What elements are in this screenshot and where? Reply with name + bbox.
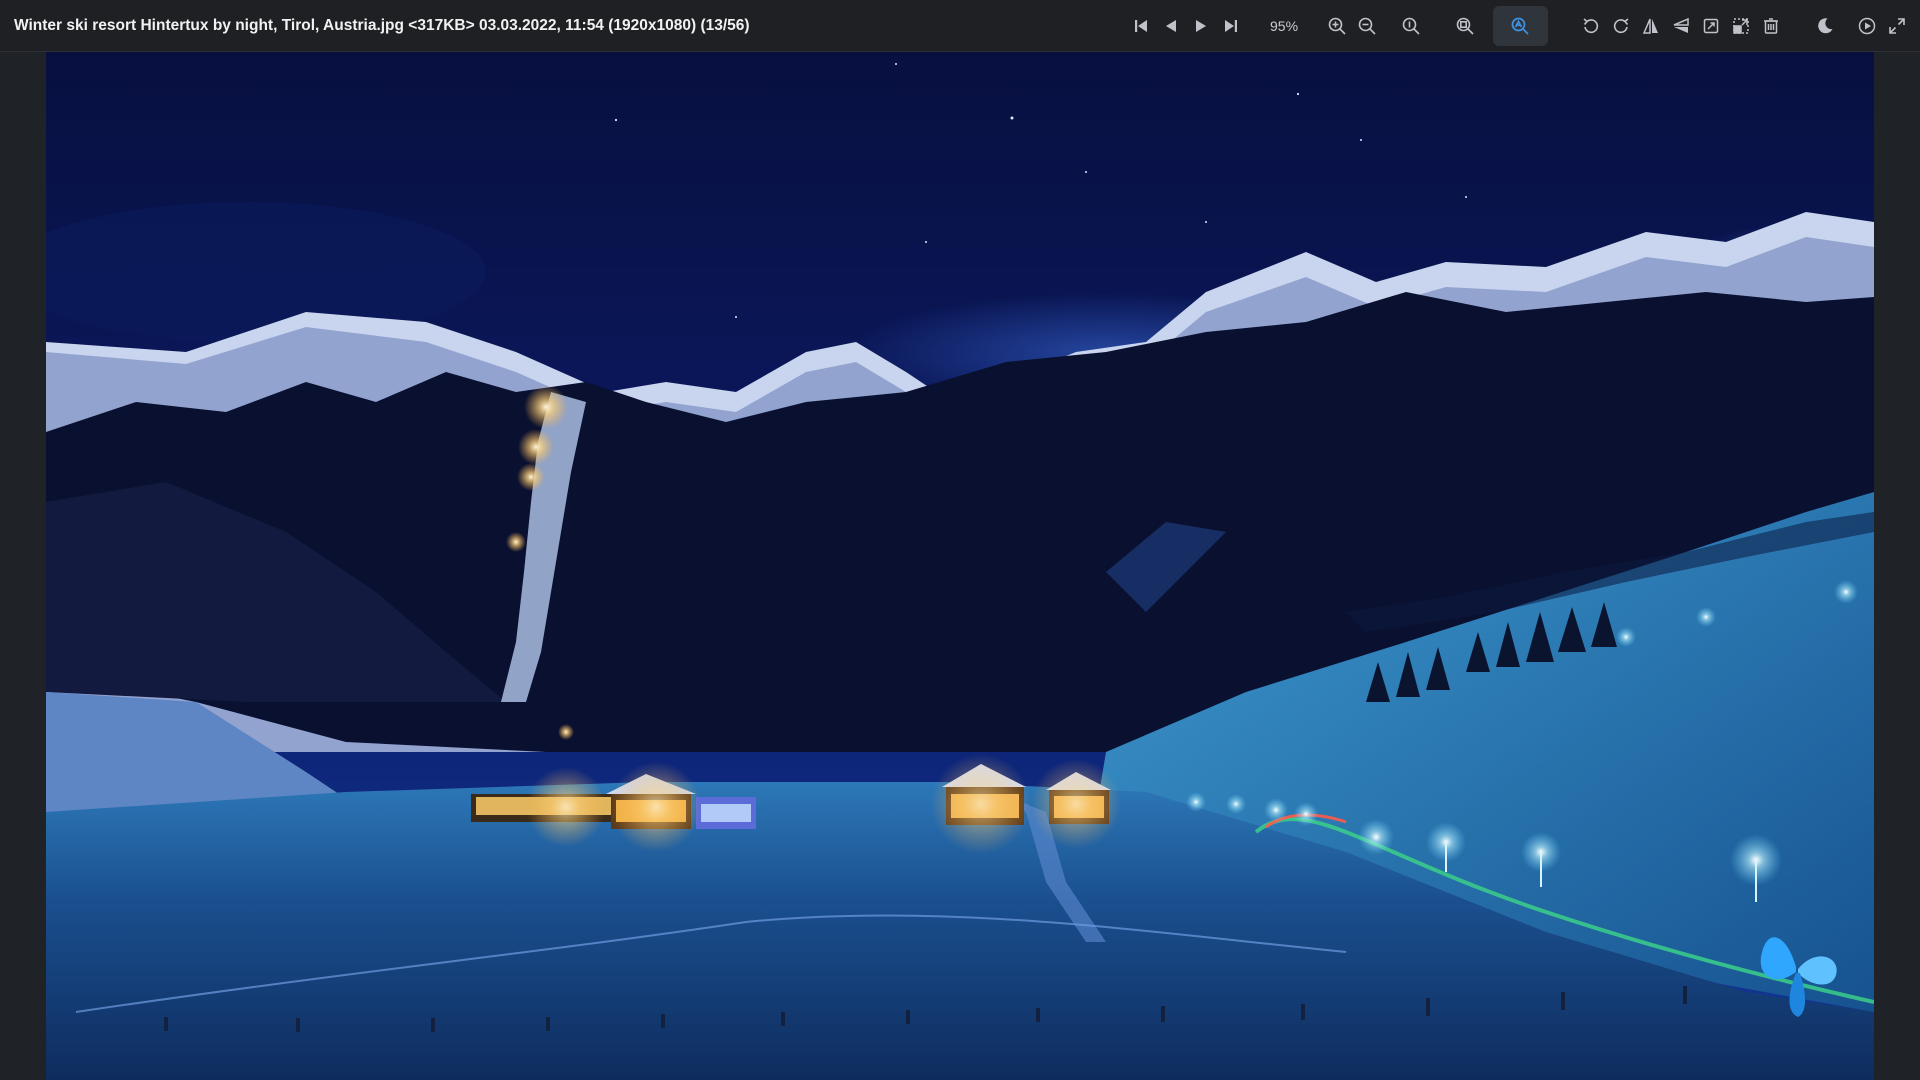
previous-image-button[interactable] xyxy=(1158,13,1184,39)
image-viewport[interactable] xyxy=(0,52,1920,1080)
first-image-button[interactable] xyxy=(1128,13,1154,39)
flip-horizontal-icon xyxy=(1642,18,1658,34)
dark-mode-icon xyxy=(1818,18,1833,34)
last-image-button[interactable] xyxy=(1218,13,1244,39)
rotate-left-icon xyxy=(1583,18,1599,34)
zoom-level: 95% xyxy=(1270,18,1299,34)
zoom-in-button[interactable] xyxy=(1324,13,1350,39)
zoom-out-icon xyxy=(1358,17,1376,35)
flip-vertical-button[interactable] xyxy=(1668,13,1694,39)
zoom-fit-icon xyxy=(1456,17,1474,35)
rotate-right-icon xyxy=(1613,18,1629,34)
zoom-in-icon xyxy=(1328,17,1346,35)
zoom-fit-button[interactable] xyxy=(1452,13,1478,39)
zoom-auto-icon xyxy=(1511,17,1529,35)
next-image-icon xyxy=(1196,20,1206,32)
next-image-button[interactable] xyxy=(1188,13,1214,39)
night-ski-resort-photo xyxy=(46,52,1874,1080)
first-image-icon xyxy=(1135,20,1147,32)
rotate-left-button[interactable] xyxy=(1578,13,1604,39)
resize-button[interactable] xyxy=(1728,13,1754,39)
last-image-icon xyxy=(1225,20,1237,32)
rotate-right-button[interactable] xyxy=(1608,13,1634,39)
zoom-actual-size-icon xyxy=(1402,17,1420,35)
zoom-out-button[interactable] xyxy=(1354,13,1380,39)
fullscreen-button[interactable] xyxy=(1884,13,1910,39)
crop-button[interactable] xyxy=(1698,13,1724,39)
delete-icon xyxy=(1764,18,1778,34)
flip-horizontal-button[interactable] xyxy=(1638,13,1664,39)
slideshow-button[interactable] xyxy=(1854,13,1880,39)
dark-mode-button[interactable] xyxy=(1812,13,1838,39)
fullscreen-icon xyxy=(1889,18,1905,34)
zoom-actual-size-button[interactable] xyxy=(1398,13,1424,39)
previous-image-icon xyxy=(1166,20,1176,32)
main-image[interactable] xyxy=(46,52,1874,1080)
resize-icon xyxy=(1733,18,1749,34)
delete-button[interactable] xyxy=(1758,13,1784,39)
toolbar: Winter ski resort Hintertux by night, Ti… xyxy=(0,0,1920,52)
zoom-auto-button[interactable] xyxy=(1507,13,1533,39)
crop-icon xyxy=(1703,18,1719,34)
flip-vertical-icon xyxy=(1673,17,1689,33)
window-title: Winter ski resort Hintertux by night, Ti… xyxy=(14,17,750,34)
slideshow-icon xyxy=(1858,17,1876,35)
